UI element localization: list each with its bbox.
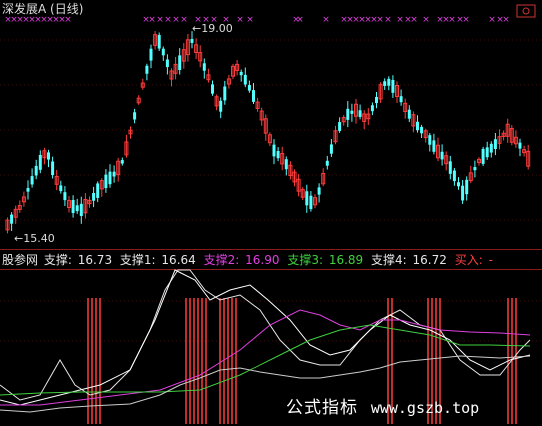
support2-line	[0, 309, 531, 406]
support4-item: 支撑4: 16.72	[371, 253, 447, 267]
high-price-label: ←19.00	[192, 22, 233, 35]
support1-item: 支撑1: 16.64	[119, 253, 196, 267]
indicator-chart[interactable]	[0, 0, 542, 426]
left-arrow-icon: ←	[192, 22, 202, 35]
support1-line	[0, 269, 531, 406]
indicator-name[interactable]: 股参网	[2, 253, 38, 267]
window-title: 深发展A (日线)	[2, 2, 84, 16]
support2-item: 支撑2: 16.90	[203, 253, 280, 267]
indicator-legend: 股参网 支撑: 16.73 支撑1: 16.64 支撑2: 16.90 支撑3:…	[2, 253, 497, 267]
chart-window: × × × × × × × × × × × × × × × × × × × × × × × × × × × × × × × × × × × × × × × ×…	[0, 0, 542, 426]
support-item: 支撑: 16.73	[43, 253, 113, 267]
support3-line	[0, 324, 531, 396]
low-price-label: ←15.40	[14, 232, 55, 245]
watermark: 公式指标 www.gszb.top	[286, 398, 480, 418]
menu-icon[interactable]	[516, 4, 536, 18]
support3-item: 支撑3: 16.89	[287, 253, 364, 267]
support-line	[0, 269, 531, 401]
left-arrow-icon: ←	[14, 232, 24, 245]
buy-item: 买入: -	[454, 253, 493, 267]
